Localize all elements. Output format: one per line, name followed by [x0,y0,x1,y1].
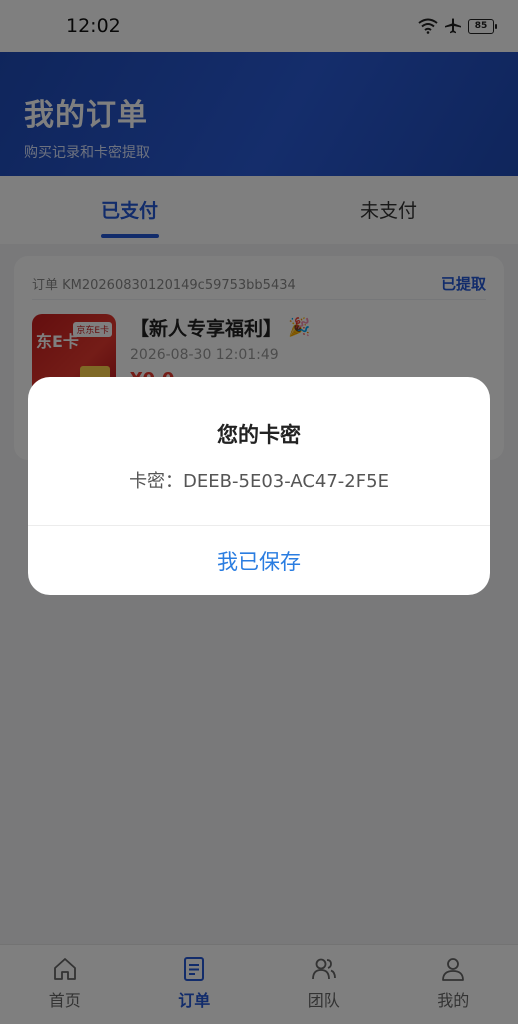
card-code-text: 卡密：DEEB-5E03-AC47-2F5E [129,471,389,492]
dialog-title: 您的卡密 [217,423,301,447]
saved-confirm-button[interactable]: 我已保存 [28,526,490,595]
card-code-dialog: 您的卡密 卡密：DEEB-5E03-AC47-2F5E 我已保存 [28,377,490,595]
